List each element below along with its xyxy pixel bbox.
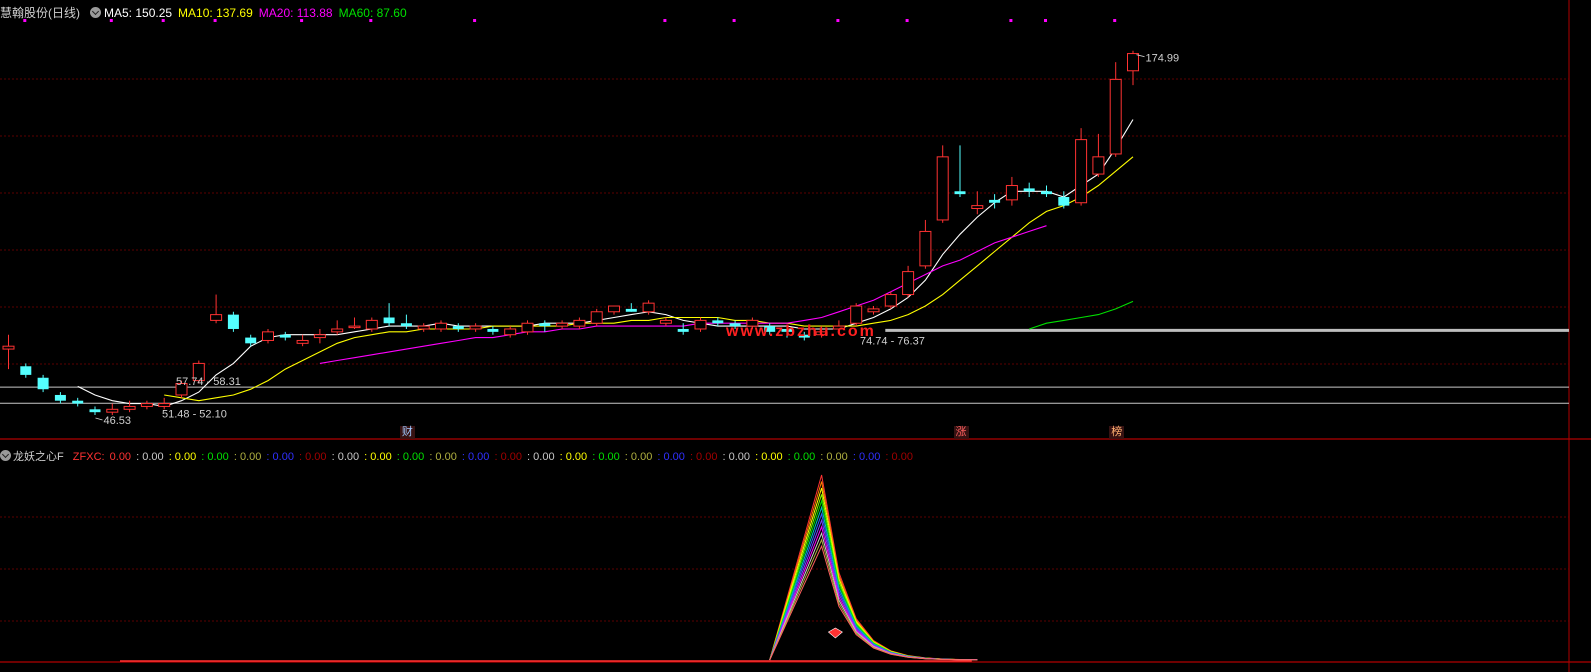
candle-up <box>884 294 897 307</box>
candle-down <box>989 199 1001 203</box>
indicator-curve <box>769 518 978 661</box>
candle-down <box>1041 191 1052 195</box>
candle-up <box>590 311 603 324</box>
signal-marker-icon <box>827 627 843 639</box>
candle-up <box>608 305 620 313</box>
candle-down <box>400 323 412 327</box>
signal-dot <box>1113 19 1117 22</box>
indicator-curve <box>769 481 978 661</box>
candle-down <box>89 409 101 413</box>
candle-up <box>919 230 932 267</box>
candle-up <box>1109 78 1122 155</box>
event-tag-2[interactable]: 榜 <box>1109 426 1125 439</box>
candle-up <box>867 308 880 313</box>
candle-up <box>1092 156 1105 175</box>
ma60-line <box>1029 300 1134 330</box>
candle-down <box>54 394 66 401</box>
candle-up <box>331 328 344 333</box>
candle-down <box>452 326 464 329</box>
candle-up <box>469 325 482 330</box>
signal-dot <box>300 19 304 22</box>
candle-down <box>954 191 966 195</box>
stock-chart[interactable]: 174.9946.5357.74 - 58.3151.48 - 52.1074.… <box>0 0 1591 672</box>
candle-up <box>1127 53 1139 72</box>
candle-up <box>158 403 171 407</box>
candle-up <box>348 325 361 329</box>
event-tag-1[interactable]: 涨 <box>953 426 969 439</box>
candle-up <box>556 322 569 327</box>
range-label: 57.74 - 58.31 <box>176 376 241 388</box>
signal-dot <box>473 19 477 22</box>
event-tag-0[interactable]: 财 <box>399 426 415 439</box>
candle-up <box>504 328 517 336</box>
candle-up <box>971 205 984 209</box>
candle-up <box>694 319 707 330</box>
candle-down <box>1023 188 1035 192</box>
candle-up <box>123 405 136 410</box>
signal-dot <box>161 19 165 22</box>
candle-down <box>487 328 499 332</box>
candle-up <box>262 331 274 341</box>
range-label: 51.48 - 52.10 <box>162 408 227 420</box>
candle-down <box>227 314 239 329</box>
signal-dot <box>109 19 113 22</box>
max-price-label: 174.99 <box>1146 53 1180 65</box>
ma5-line <box>77 119 1134 407</box>
candle-up <box>521 322 534 333</box>
signal-dot <box>213 19 217 22</box>
candle-up <box>140 403 153 407</box>
candle-down <box>1058 197 1070 206</box>
candle-up <box>417 325 430 330</box>
candle-up <box>936 156 949 221</box>
candle-up <box>573 319 586 327</box>
candle-down <box>625 308 637 312</box>
candle-down <box>72 400 84 404</box>
signal-dot <box>369 19 373 22</box>
candle-down <box>383 317 395 324</box>
candle-up <box>313 334 326 339</box>
signal-dot <box>732 19 736 22</box>
candle-up <box>365 319 378 330</box>
candle-down <box>279 334 291 338</box>
candle-up <box>210 314 223 321</box>
candle-up <box>642 302 655 313</box>
candle-up <box>106 408 119 413</box>
candle-up <box>902 271 915 296</box>
min-price-pointer <box>95 417 103 421</box>
candle-up <box>2 345 15 350</box>
signal-dot <box>23 19 27 22</box>
candle-down <box>712 320 724 324</box>
candle-down <box>539 323 551 327</box>
candle-up <box>1075 139 1088 204</box>
indicator-curve <box>769 487 978 661</box>
candle-up <box>296 339 309 344</box>
candle-up <box>1005 185 1018 201</box>
candle-down <box>245 337 257 344</box>
candle-up <box>435 322 447 330</box>
ma20-line <box>319 225 1047 364</box>
candle-down <box>677 328 689 332</box>
candle-up <box>850 305 863 324</box>
signal-dot <box>663 19 667 22</box>
watermark-text: www.zbzhu.com <box>725 323 876 340</box>
signal-dot <box>905 19 909 22</box>
candle-down <box>20 366 32 375</box>
min-price-label: 46.53 <box>104 415 132 427</box>
candle-down <box>37 377 49 390</box>
signal-dot <box>1009 19 1013 22</box>
signal-dot <box>1044 19 1047 22</box>
candle-up <box>659 319 672 324</box>
signal-dot <box>836 19 840 22</box>
